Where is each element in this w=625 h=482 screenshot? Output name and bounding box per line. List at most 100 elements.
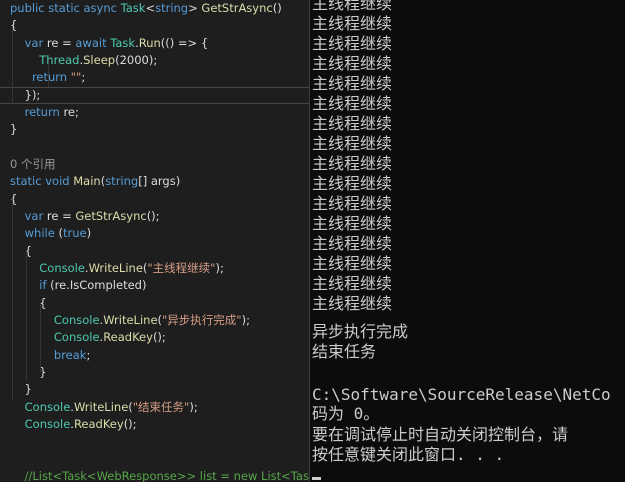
code-token: //List<Task<WebResponse>> list = new Lis… bbox=[24, 469, 310, 482]
code-token: ); bbox=[241, 313, 250, 327]
code-line: { bbox=[0, 17, 310, 34]
code-token: re = bbox=[43, 209, 76, 223]
code-token: ; bbox=[81, 70, 86, 84]
console-output-line: C:\Software\SourceRelease\NetCo bbox=[312, 385, 611, 404]
code-line: { bbox=[0, 243, 310, 260]
code-line: Thread.Sleep(2000); bbox=[0, 52, 310, 69]
code-token: { bbox=[10, 244, 32, 258]
code-token: "主线程继续" bbox=[147, 261, 216, 275]
console-output-line: 主线程继续 bbox=[312, 74, 393, 93]
code-token: WriteLine bbox=[88, 261, 143, 275]
code-token: ReadKey bbox=[103, 330, 153, 344]
code-token: var bbox=[24, 209, 44, 223]
code-token: }); bbox=[10, 88, 41, 102]
code-token: void bbox=[45, 174, 70, 188]
code-token: > bbox=[188, 1, 202, 15]
code-token: "" bbox=[70, 70, 82, 84]
code-token: ); bbox=[189, 400, 198, 414]
console-cursor bbox=[312, 477, 321, 480]
console-output-line: 主线程继续 bbox=[312, 274, 393, 293]
code-line: } bbox=[0, 364, 310, 381]
code-editor[interactable]: public static async Task<string> GetStrA… bbox=[0, 0, 310, 482]
code-token: async bbox=[83, 1, 117, 15]
code-token: (); bbox=[152, 330, 166, 344]
code-token: return bbox=[24, 105, 60, 119]
code-line: Console.ReadKey(); bbox=[0, 329, 310, 346]
code-token: Console bbox=[39, 261, 85, 275]
code-line: { bbox=[0, 295, 310, 312]
code-token: (re.IsCompleted) bbox=[46, 278, 147, 292]
code-token: "异步执行完成" bbox=[162, 313, 242, 327]
code-token: static bbox=[48, 1, 80, 15]
console-output-line: 主线程继续 bbox=[312, 54, 393, 73]
console-output-line: 要在调试停止时自动关闭控制台，请 bbox=[312, 425, 569, 444]
code-token: Console bbox=[24, 400, 71, 414]
code-token: re; bbox=[59, 105, 79, 119]
indent-guide bbox=[48, 60, 49, 87]
code-token: GetStrAsync bbox=[75, 209, 147, 223]
code-line: { bbox=[0, 191, 310, 208]
code-token: ); bbox=[215, 261, 224, 275]
console-output-line: 主线程继续 bbox=[312, 34, 393, 53]
code-line: return ""; bbox=[0, 69, 310, 86]
code-token: Thread bbox=[39, 53, 80, 67]
code-token: Main bbox=[73, 174, 101, 188]
code-token: ReadKey bbox=[73, 417, 124, 431]
code-token: true bbox=[62, 226, 87, 240]
code-token: (() => { bbox=[160, 36, 209, 50]
code-line: break; bbox=[0, 347, 310, 364]
code-token: await bbox=[75, 36, 107, 50]
console-window[interactable]: 主线程继续 主线程继续 主线程继续 主线程继续 主线程继续 主线程继续 主线程继续 主线程继续… bbox=[310, 0, 625, 482]
code-token: (); bbox=[123, 417, 137, 431]
code-token: args bbox=[150, 174, 176, 188]
code-token: Console bbox=[53, 313, 100, 327]
code-token: string bbox=[155, 1, 189, 15]
code-token: Sleep bbox=[83, 53, 116, 67]
console-output-line: 主线程继续 bbox=[312, 154, 393, 173]
code-token: WriteLine bbox=[73, 400, 129, 414]
code-line: static void Main(string[] args) bbox=[0, 173, 310, 190]
code-token: Run bbox=[138, 36, 161, 50]
console-output-line: 异步执行完成 bbox=[312, 322, 409, 341]
code-line: } bbox=[0, 381, 310, 398]
code-token: ) bbox=[175, 174, 181, 188]
indent-guide bbox=[12, 26, 13, 104]
code-token: Console bbox=[53, 330, 100, 344]
code-token: re = bbox=[43, 36, 76, 50]
code-line: public static async Task<string> GetStrA… bbox=[0, 0, 310, 17]
console-output-line: 主线程继续 bbox=[312, 14, 393, 33]
console-output-line: 码为 0。 bbox=[312, 404, 380, 423]
code-token: static bbox=[10, 174, 42, 188]
code-line: Console.WriteLine("异步执行完成"); bbox=[0, 312, 310, 329]
code-token: } bbox=[10, 122, 18, 136]
code-token: () bbox=[272, 1, 282, 15]
console-output-line: 主线程继续 bbox=[312, 0, 393, 13]
console-output-line: 主线程继续 bbox=[312, 174, 393, 193]
code-line: while (true) bbox=[0, 225, 310, 242]
code-token: break bbox=[53, 348, 87, 362]
console-output-line: 主线程继续 bbox=[312, 214, 393, 233]
console-output-line: 主线程继续 bbox=[312, 194, 393, 213]
codelens-references[interactable]: 0 个引用 bbox=[0, 156, 310, 173]
code-token: WriteLine bbox=[103, 313, 158, 327]
code-token: Task bbox=[120, 1, 146, 15]
code-token: string bbox=[105, 174, 139, 188]
code-token: ) bbox=[86, 226, 92, 240]
code-token: < bbox=[145, 1, 156, 15]
code-line: Console.ReadKey(); bbox=[0, 416, 310, 433]
code-token: (); bbox=[146, 209, 160, 223]
code-line: }); bbox=[0, 87, 310, 104]
console-output-line: 主线程继续 bbox=[312, 134, 393, 153]
code-token: Console bbox=[24, 417, 71, 431]
code-token: { bbox=[10, 296, 47, 310]
code-line: var re = await Task.Run(() => { bbox=[0, 35, 310, 52]
code-token: ; bbox=[86, 348, 91, 362]
code-token: if bbox=[39, 278, 47, 292]
